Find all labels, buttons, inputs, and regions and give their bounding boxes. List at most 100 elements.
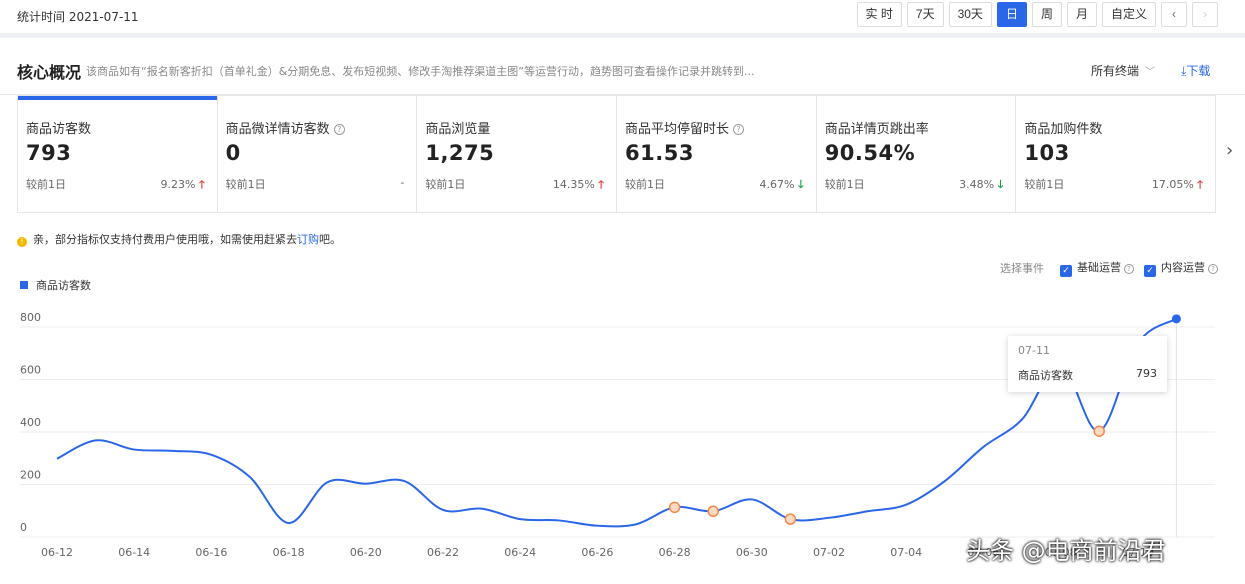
prev-date-button[interactable]: ‹ xyxy=(1161,2,1187,27)
period-day-button[interactable]: 日 xyxy=(996,2,1027,27)
tooltip-label: 商品访客数 xyxy=(1018,369,1073,382)
metric-change: 4.67% xyxy=(759,178,795,191)
checkbox-checked-icon: ✓ xyxy=(1144,265,1156,277)
x-tick-label: 06-30 xyxy=(736,546,768,559)
section-description: 该商品如有“报名新客折扣（首单礼金）&分期免息、发布短视频、修改手淘推荐渠道主图… xyxy=(86,65,755,78)
chart-tooltip: 07-11 商品访客数 793 xyxy=(1008,336,1167,392)
legend-swatch xyxy=(20,281,28,289)
notice-text: 亲，部分指标仅支持付费用户使用哦，如需使用赶紧去 xyxy=(33,233,297,246)
x-tick-label: 07-04 xyxy=(890,546,922,559)
event-content-checkbox[interactable]: ✓ 内容运营? xyxy=(1144,259,1218,277)
chevron-down-icon: ﹀ xyxy=(1145,67,1156,78)
x-tick-label: 06-16 xyxy=(195,546,227,559)
metric-card-visitors[interactable]: 商品访客数 793 较前1日 9.23% 🡑 xyxy=(18,96,218,212)
event-marker xyxy=(668,501,681,514)
download-button[interactable]: ⤓下载 xyxy=(1181,62,1210,79)
notice-bar: ! 亲，部分指标仅支持付费用户使用哦，如需使用赶紧去订购吧。 xyxy=(17,231,341,247)
event-basic-checkbox[interactable]: ✓ 基础运营? xyxy=(1060,259,1134,277)
metric-compare: 较前1日 xyxy=(1024,178,1065,191)
legend-label: 商品访客数 xyxy=(36,279,91,292)
metric-value: 0 xyxy=(225,141,241,165)
y-tick-label: 200 xyxy=(20,469,41,482)
highlight-point xyxy=(1171,314,1181,324)
metric-card-add-cart[interactable]: 商品加购件数 103 较前1日 17.05% 🡑 xyxy=(1016,96,1215,212)
period-week-button[interactable]: 周 xyxy=(1031,2,1062,27)
event-marker xyxy=(1093,425,1105,437)
stat-time: 统计时间 2021-07-11 xyxy=(17,10,139,24)
x-tick-label: 06-12 xyxy=(41,546,73,559)
metric-value: 61.53 xyxy=(625,141,694,165)
metric-title: 商品平均停留时长 xyxy=(625,122,730,137)
y-tick-label: 800 xyxy=(20,311,41,324)
metric-value: 103 xyxy=(1024,141,1070,165)
metric-value: 793 xyxy=(26,141,72,165)
x-tick-label: 06-18 xyxy=(273,546,305,559)
metric-card-pageviews[interactable]: 商品浏览量 1,275 较前1日 14.35% 🡑 xyxy=(417,96,618,212)
terminal-label: 所有终端 xyxy=(1091,64,1140,78)
metric-change: 9.23% xyxy=(160,178,196,191)
help-icon[interactable]: ? xyxy=(1208,264,1218,274)
chevron-right-icon: › xyxy=(1203,7,1207,21)
event-marker xyxy=(784,513,797,525)
help-icon[interactable]: ? xyxy=(1124,264,1134,274)
event-filter-label: 选择事件 xyxy=(1000,262,1044,275)
watermark: 头条 @电商前沿君 xyxy=(966,537,1166,565)
metric-compare: 较前1日 xyxy=(425,178,466,191)
metric-card-avg-stay[interactable]: 商品平均停留时长? 61.53 较前1日 4.67% 🡓 xyxy=(617,96,817,212)
download-label: 下载 xyxy=(1186,64,1211,78)
metric-value: 90.54% xyxy=(824,141,916,165)
period-month-button[interactable]: 月 xyxy=(1066,2,1097,27)
next-date-button[interactable]: › xyxy=(1192,2,1218,27)
chevron-left-icon: ‹ xyxy=(1172,7,1176,21)
period-30d-button[interactable]: 30天 xyxy=(948,2,992,27)
checkbox-checked-icon: ✓ xyxy=(1060,265,1072,277)
event-content-label: 内容运营 xyxy=(1161,261,1205,274)
arrow-up-icon: 🡑 xyxy=(598,178,605,191)
x-tick-label: 06-14 xyxy=(118,546,150,559)
metric-change: 3.48% xyxy=(959,178,995,191)
chart-legend[interactable]: 商品访客数 xyxy=(20,277,91,293)
period-realtime-button[interactable]: 实 时 xyxy=(856,2,902,27)
section-title: 核心概况 xyxy=(17,63,82,82)
help-icon[interactable]: ? xyxy=(333,124,345,135)
metric-compare: 较前1日 xyxy=(225,178,266,191)
top-bar: 统计时间 2021-07-11 实 时 7天 30天 日 周 月 自定义 ‹ › xyxy=(0,0,1245,38)
event-marker xyxy=(707,505,719,517)
terminal-select[interactable]: 所有终端 ﹀ xyxy=(1091,62,1155,79)
arrow-up-icon: 🡑 xyxy=(198,178,205,191)
next-metrics-button[interactable]: › xyxy=(1226,140,1233,161)
x-tick-label: 06-24 xyxy=(504,546,536,559)
core-overview-header: 核心概况 该商品如有“报名新客折扣（首单礼金）&分期免息、发布短视频、修改手淘推… xyxy=(0,43,1245,95)
x-tick-label: 06-22 xyxy=(427,546,459,559)
metric-card-micro-visitors[interactable]: 商品微详情访客数? 0 较前1日 - xyxy=(218,96,418,212)
event-basic-label: 基础运营 xyxy=(1077,261,1121,274)
metric-change: - xyxy=(400,176,405,189)
metric-title: 商品详情页跳出率 xyxy=(824,122,929,137)
metric-card-bounce-rate[interactable]: 商品详情页跳出率 90.54% 较前1日 3.48% 🡓 xyxy=(817,96,1017,212)
metric-value: 1,275 xyxy=(425,141,495,165)
x-tick-label: 06-20 xyxy=(350,546,382,559)
metric-change: 14.35% xyxy=(552,178,595,191)
x-tick-label: 06-26 xyxy=(581,546,613,559)
arrow-down-icon: 🡓 xyxy=(797,178,804,191)
arrow-up-icon: 🡑 xyxy=(1197,178,1204,191)
period-7d-button[interactable]: 7天 xyxy=(906,2,944,27)
metric-change: 17.05% xyxy=(1151,178,1194,191)
period-selector: 实 时 7天 30天 日 周 月 自定义 ‹ › xyxy=(856,2,1218,27)
metric-compare: 较前1日 xyxy=(625,178,666,191)
x-tick-label: 06-28 xyxy=(659,546,691,559)
event-filter: 选择事件 ✓ 基础运营? ✓ 内容运营? xyxy=(1000,259,1218,277)
period-custom-button[interactable]: 自定义 xyxy=(1101,2,1156,27)
metric-title: 商品微详情访客数 xyxy=(225,122,330,137)
metric-title: 商品加购件数 xyxy=(1024,122,1103,137)
metric-title: 商品访客数 xyxy=(26,122,92,137)
metric-compare: 较前1日 xyxy=(26,178,66,191)
y-tick-label: 0 xyxy=(20,521,27,534)
chevron-right-icon: › xyxy=(1226,140,1234,161)
help-icon[interactable]: ? xyxy=(733,124,745,135)
subscribe-link[interactable]: 订购 xyxy=(297,233,319,246)
notice-text-end: 吧。 xyxy=(319,233,341,246)
info-icon: ! xyxy=(17,237,27,247)
y-tick-label: 600 xyxy=(20,364,41,377)
y-tick-label: 400 xyxy=(20,416,41,429)
